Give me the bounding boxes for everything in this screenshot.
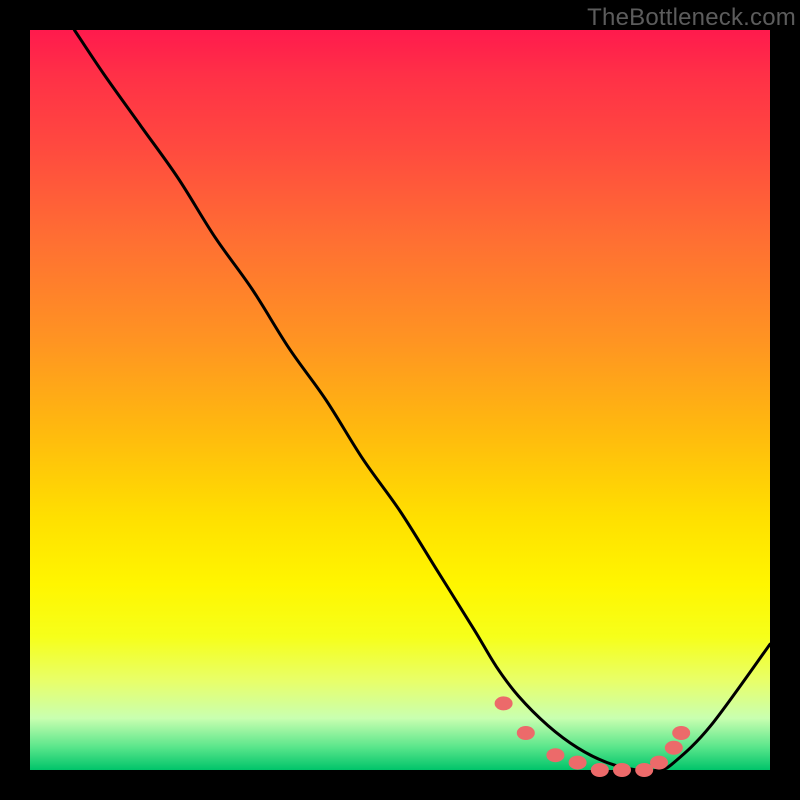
- curve-marker: [650, 756, 668, 770]
- curve-marker: [591, 763, 609, 777]
- curve-svg: [30, 30, 770, 770]
- curve-marker: [517, 726, 535, 740]
- bottleneck-curve: [74, 30, 770, 771]
- plot-area: [30, 30, 770, 770]
- curve-marker: [672, 726, 690, 740]
- watermark-text: TheBottleneck.com: [587, 4, 796, 32]
- marker-group: [495, 696, 691, 777]
- curve-marker: [495, 696, 513, 710]
- curve-marker: [635, 763, 653, 777]
- chart-stage: TheBottleneck.com: [0, 0, 800, 800]
- curve-marker: [613, 763, 631, 777]
- curve-marker: [546, 748, 564, 762]
- curve-marker: [665, 741, 683, 755]
- curve-marker: [569, 756, 587, 770]
